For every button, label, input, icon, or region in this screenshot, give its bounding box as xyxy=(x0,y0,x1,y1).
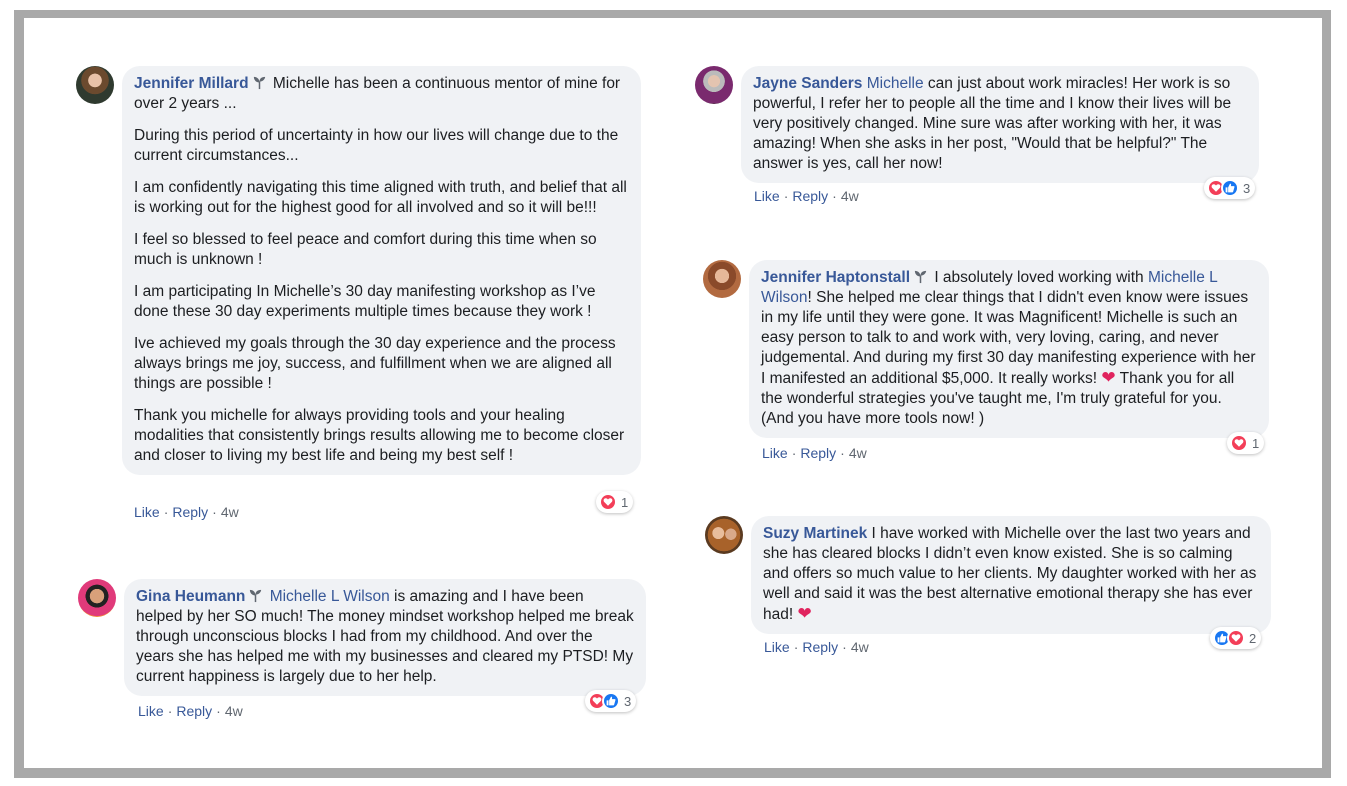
reply-link[interactable]: Reply xyxy=(792,188,828,204)
love-reaction-icon xyxy=(1230,434,1248,452)
reactions-summary[interactable]: 1 xyxy=(596,491,634,513)
comment-bubble: Jennifer Haptonstall I absolutely loved … xyxy=(749,260,1269,438)
separator: · xyxy=(167,703,173,719)
comment-bubble: Jayne Sanders Michelle can just about wo… xyxy=(741,66,1259,183)
separator: · xyxy=(840,445,845,461)
comment-bubble: Suzy Martinek I have worked with Michell… xyxy=(751,516,1271,634)
comment-paragraph: Gina Heumann Michelle L Wilson is amazin… xyxy=(136,587,634,687)
author-name[interactable]: Jennifer Haptonstall xyxy=(761,269,910,286)
comment-paragraph: I feel so blessed to feel peace and comf… xyxy=(134,231,597,268)
reaction-count: 2 xyxy=(1249,630,1257,646)
author-name[interactable]: Suzy Martinek xyxy=(763,525,867,542)
like-link[interactable]: Like xyxy=(754,188,780,204)
comment-paragraph: I am participating In Michelle’s 30 day … xyxy=(134,283,596,320)
comment-text: I absolutely loved working with xyxy=(934,269,1144,286)
avatar[interactable] xyxy=(703,260,741,298)
separator: · xyxy=(783,188,789,204)
love-reaction-icon xyxy=(1227,629,1245,647)
reaction-count: 3 xyxy=(1243,180,1251,196)
separator: · xyxy=(842,639,847,655)
timestamp[interactable]: 4w xyxy=(221,504,239,520)
separator: · xyxy=(832,188,837,204)
reactions-summary[interactable]: 3 xyxy=(1204,177,1256,199)
reply-link[interactable]: Reply xyxy=(800,445,836,461)
author-name[interactable]: Gina Heumann xyxy=(136,588,245,605)
comment-paragraph: Thank you michelle for always providing … xyxy=(134,407,625,464)
reaction-count: 3 xyxy=(624,693,632,709)
mention-link[interactable]: Michelle xyxy=(867,75,924,92)
comment-paragraph: Jennifer Millard Michelle has been a con… xyxy=(134,74,629,114)
comment-bubble: Gina Heumann Michelle L Wilson is amazin… xyxy=(124,579,646,696)
reply-link[interactable]: Reply xyxy=(172,504,208,520)
timestamp[interactable]: 4w xyxy=(851,639,869,655)
separator: · xyxy=(793,639,799,655)
sprout-badge-icon xyxy=(253,76,265,90)
comments-canvas: Jennifer Millard Michelle has been a con… xyxy=(24,18,1322,768)
separator: · xyxy=(212,504,217,520)
like-link[interactable]: Like xyxy=(138,703,164,719)
like-link[interactable]: Like xyxy=(762,445,788,461)
timestamp[interactable]: 4w xyxy=(849,445,867,461)
author-name[interactable]: Jayne Sanders xyxy=(753,75,862,92)
comment-actions: Like · Reply · 4w xyxy=(762,445,867,461)
love-reaction-icon xyxy=(599,493,617,511)
like-link[interactable]: Like xyxy=(764,639,790,655)
reply-link[interactable]: Reply xyxy=(176,703,212,719)
avatar[interactable] xyxy=(695,66,733,104)
sprout-badge-icon xyxy=(250,589,262,603)
comment-paragraph: During this period of uncertainty in how… xyxy=(134,127,619,164)
timestamp[interactable]: 4w xyxy=(841,188,859,204)
reaction-count: 1 xyxy=(1252,435,1260,451)
separator: · xyxy=(163,504,169,520)
comment-actions: Like · Reply · 4w xyxy=(764,639,869,655)
comment-bubble: Jennifer Millard Michelle has been a con… xyxy=(122,66,641,475)
reply-link[interactable]: Reply xyxy=(802,639,838,655)
comment-paragraph: Jayne Sanders Michelle can just about wo… xyxy=(753,74,1247,174)
separator: · xyxy=(216,703,221,719)
comment-paragraph: Ive achieved my goals through the 30 day… xyxy=(134,335,616,392)
author-name[interactable]: Jennifer Millard xyxy=(134,75,249,92)
avatar[interactable] xyxy=(78,579,116,617)
like-reaction-icon xyxy=(602,692,620,710)
avatar[interactable] xyxy=(76,66,114,104)
comment-paragraph: Suzy Martinek I have worked with Michell… xyxy=(763,524,1259,625)
comment-actions: Like · Reply · 4w xyxy=(754,188,859,204)
sprout-badge-icon xyxy=(914,270,927,284)
mention-link[interactable]: Michelle L Wilson xyxy=(270,588,390,605)
comment-actions: Like · Reply · 4w xyxy=(138,703,243,719)
avatar[interactable] xyxy=(705,516,743,554)
separator: · xyxy=(791,445,797,461)
heart-emoji-icon: ❤ xyxy=(797,604,812,623)
comment-paragraph: Jennifer Haptonstall I absolutely loved … xyxy=(761,268,1257,429)
timestamp[interactable]: 4w xyxy=(225,703,243,719)
like-link[interactable]: Like xyxy=(134,504,160,520)
reactions-summary[interactable]: 3 xyxy=(585,690,637,712)
reactions-summary[interactable]: 1 xyxy=(1227,432,1265,454)
comment-paragraph: I am confidently navigating this time al… xyxy=(134,179,627,216)
heart-emoji-icon: ❤ xyxy=(1101,368,1116,387)
reactions-summary[interactable]: 2 xyxy=(1210,627,1262,649)
reaction-count: 1 xyxy=(621,494,629,510)
comment-actions: Like · Reply · 4w xyxy=(134,504,239,520)
like-reaction-icon xyxy=(1221,179,1239,197)
